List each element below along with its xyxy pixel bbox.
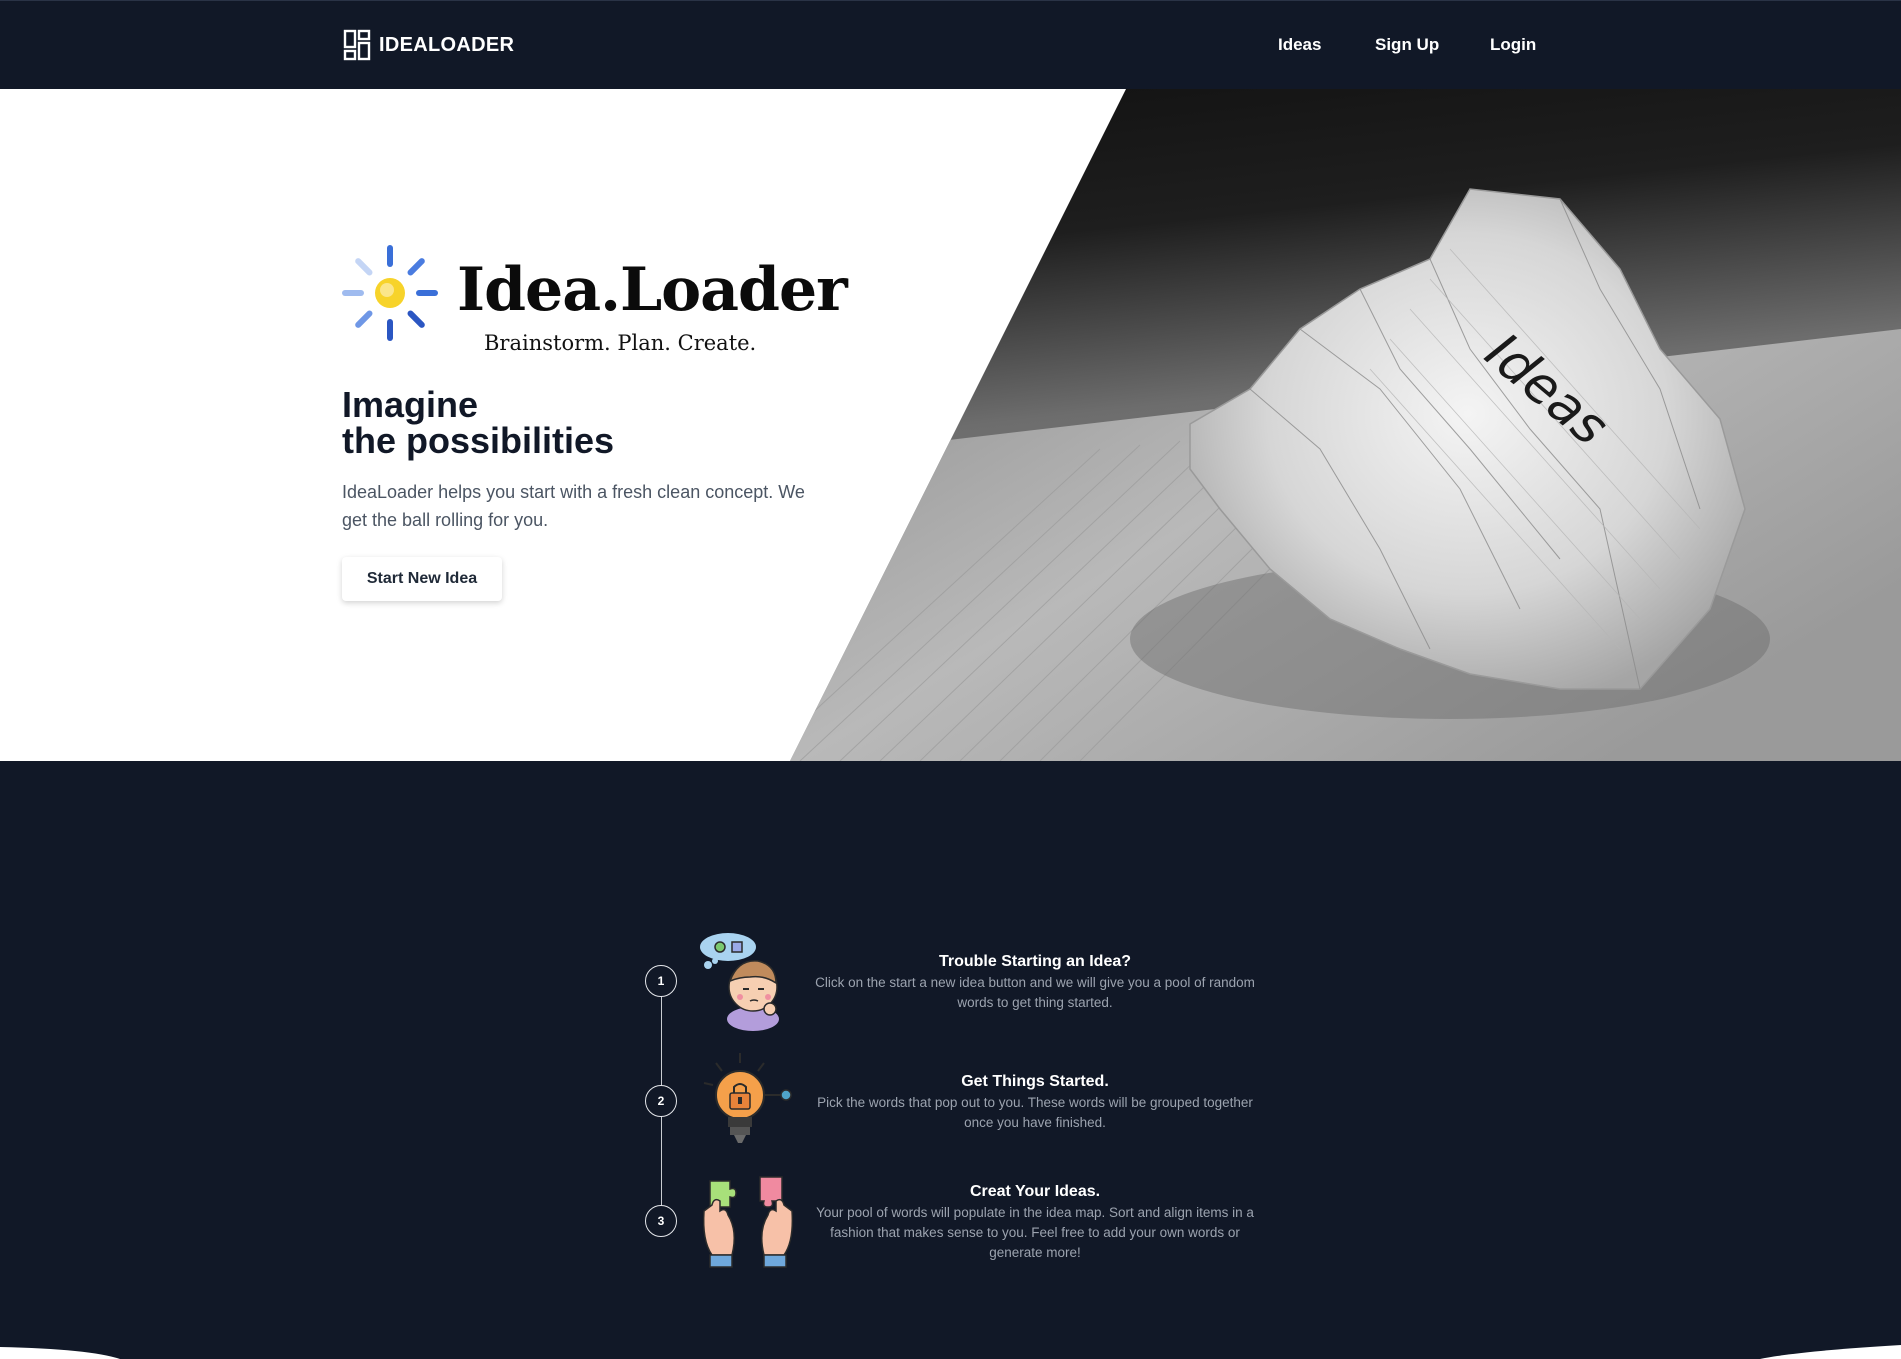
hero-description: IdeaLoader helps you start with a fresh … [342, 482, 805, 530]
step-title: Creat Your Ideas. [969, 1183, 1101, 1200]
brand-name: IDEALOADER [379, 33, 515, 56]
sun-loader-icon [342, 245, 438, 341]
top-navbar: IDEALOADER Ideas Sign Up Login [0, 0, 1901, 89]
brand[interactable]: IDEALOADER [343, 29, 514, 61]
nav-link-sign-up[interactable]: Sign Up [1375, 35, 1439, 55]
lightbulb-lock-icon [703, 1053, 792, 1143]
start-new-idea-button[interactable]: Start New Idea [342, 557, 502, 601]
crumpled-paper-photo: Ideas [790, 89, 1901, 761]
dashboard-grid-icon [343, 29, 371, 61]
nav-link-ideas[interactable]: Ideas [1278, 35, 1321, 55]
hero-title: Imagine the possibilities [342, 387, 614, 459]
hero-section: Ideas Idea.Loader Brainstorm. Plan. Crea… [0, 89, 1901, 761]
hero-title-line-1: Imagine [342, 384, 479, 425]
idealoader-logo: Idea.Loader Brainstorm. Plan. Create. [342, 245, 848, 365]
logo-tagline: Brainstorm. Plan. Create. [484, 331, 757, 355]
hero-title-line-2: the possibilities [342, 420, 615, 461]
step-number: 2 [645, 1085, 677, 1117]
step-description: Click on the start a new idea button and… [815, 975, 1255, 1010]
puzzle-hands-icon [702, 1176, 794, 1268]
step-title: Get Things Started. [961, 1073, 1109, 1090]
thinking-person-icon [700, 933, 779, 1031]
nav-link-login[interactable]: Login [1490, 35, 1536, 55]
step-number: 3 [645, 1205, 677, 1237]
step-description: Your pool of words will populate in the … [816, 1205, 1254, 1260]
step-number: 1 [645, 965, 677, 997]
step-description: Pick the words that pop out to you. Thes… [817, 1095, 1253, 1130]
page: IDEALOADER Ideas Sign Up Login Ideas Ide… [0, 0, 1901, 1359]
logo-wordmark: Idea.Loader [457, 255, 848, 325]
step-title: Trouble Starting an Idea? [938, 953, 1132, 970]
how-it-works-section: 1 Trouble Starting an Idea? Click on the… [0, 761, 1901, 1359]
section-wave-divider [0, 1337, 1901, 1359]
